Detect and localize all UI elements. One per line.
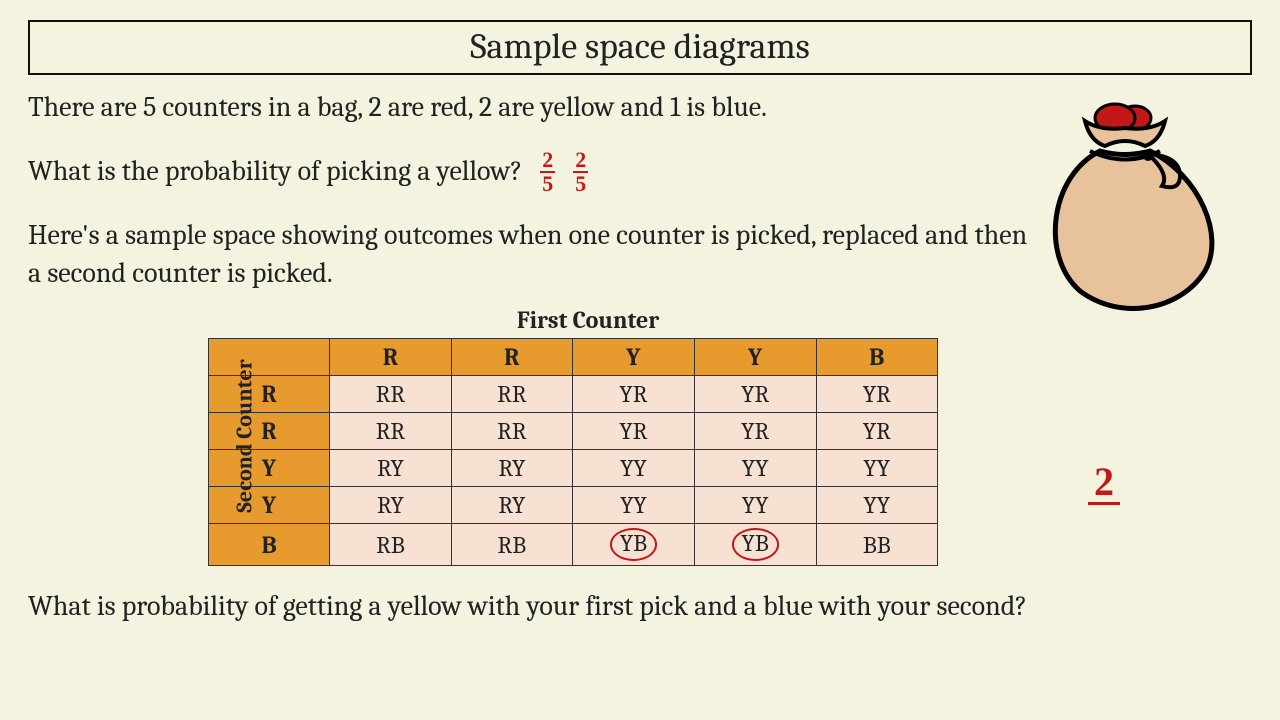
col-header: B xyxy=(816,339,937,376)
corner-cell xyxy=(209,339,330,376)
table-row: R RR RR YR YR YR xyxy=(209,413,938,450)
table-cell-circled: YB xyxy=(694,524,816,565)
sample-space-table: R R Y Y B R RR RR YR YR YR R RR RR YR YR… xyxy=(208,338,938,565)
table-cell: YY xyxy=(816,450,937,487)
table-cell-circled: YB xyxy=(573,524,695,565)
question-yellow-label: What is the probability of picking a yel… xyxy=(28,153,522,191)
col-header: Y xyxy=(573,339,695,376)
sample-space-table-wrap: Second Counter First Counter R R Y Y B R… xyxy=(208,306,968,565)
fraction-numerator: 2 xyxy=(575,149,586,171)
row-header: R xyxy=(209,376,330,413)
table-cell: YY xyxy=(816,487,937,524)
table-cell: RR xyxy=(451,413,572,450)
col-header: R xyxy=(330,339,451,376)
table-cell: YY xyxy=(694,450,816,487)
table-cell: RB xyxy=(451,524,572,565)
row-header: Y xyxy=(209,450,330,487)
top-caption: First Counter xyxy=(208,306,968,334)
table-cell: YY xyxy=(694,487,816,524)
sample-space-intro: Here's a sample space showing outcomes w… xyxy=(28,217,1028,293)
row-header: B xyxy=(209,524,330,565)
table-cell: RY xyxy=(451,487,572,524)
table-cell: RR xyxy=(330,376,451,413)
side-caption: Second Counter xyxy=(232,359,258,512)
table-cell: YY xyxy=(573,487,695,524)
row-header: R xyxy=(209,413,330,450)
table-cell: RB xyxy=(330,524,451,565)
table-cell: RY xyxy=(330,487,451,524)
handwritten-count: 2 xyxy=(1088,462,1120,505)
page-title: Sample space diagrams xyxy=(28,20,1252,75)
final-question: What is probability of getting a yellow … xyxy=(28,590,1252,622)
page: Sample space diagrams There are 5 counte… xyxy=(0,0,1280,720)
table-cell: RR xyxy=(451,376,572,413)
col-header: Y xyxy=(694,339,816,376)
table-cell: YY xyxy=(573,450,695,487)
table-cell: RY xyxy=(330,450,451,487)
bag-icon xyxy=(1030,96,1220,316)
intro-text: There are 5 counters in a bag, 2 are red… xyxy=(28,89,1028,127)
table-row: R RR RR YR YR YR xyxy=(209,376,938,413)
table-row: Y RY RY YY YY YY xyxy=(209,450,938,487)
table-cell: YR xyxy=(694,413,816,450)
table-cell: RR xyxy=(330,413,451,450)
row-header: Y xyxy=(209,487,330,524)
fraction-denominator: 5 xyxy=(573,171,588,195)
header-row: R R Y Y B xyxy=(209,339,938,376)
table-cell: RY xyxy=(451,450,572,487)
table-cell: YR xyxy=(573,376,695,413)
table-row: Y RY RY YY YY YY xyxy=(209,487,938,524)
table-cell: YR xyxy=(816,413,937,450)
table-cell: YR xyxy=(694,376,816,413)
table-row: B RB RB YB YB BB xyxy=(209,524,938,565)
table-cell: BB xyxy=(816,524,937,565)
table-cell: YR xyxy=(816,376,937,413)
fraction-answer-2: 2 5 xyxy=(573,149,588,195)
col-header: R xyxy=(451,339,572,376)
fraction-denominator: 5 xyxy=(540,171,555,195)
fraction-numerator: 2 xyxy=(542,149,553,171)
fraction-answer-1: 2 5 xyxy=(540,149,555,195)
table-cell: YR xyxy=(573,413,695,450)
